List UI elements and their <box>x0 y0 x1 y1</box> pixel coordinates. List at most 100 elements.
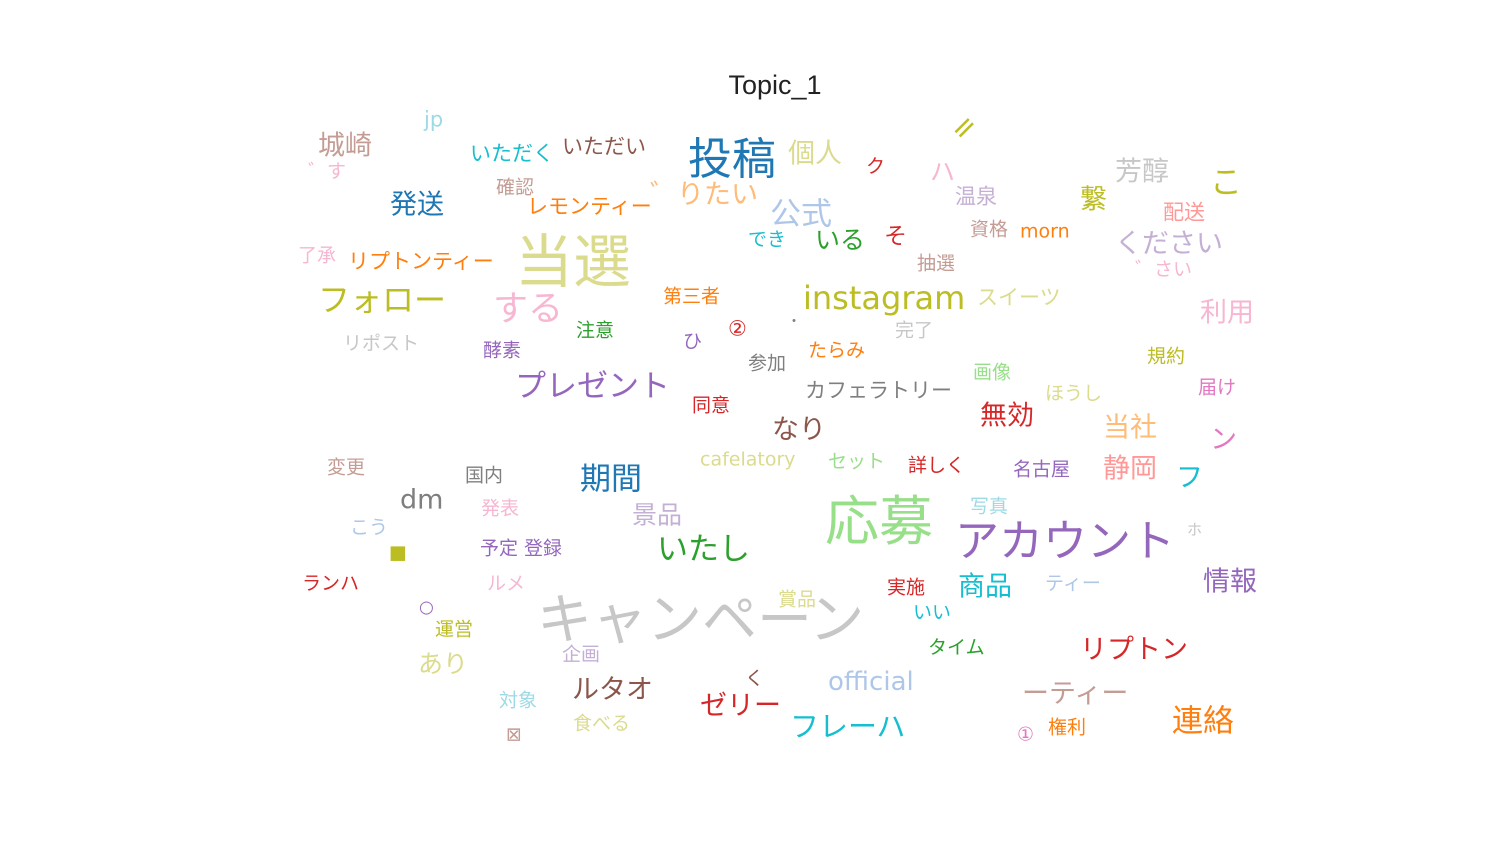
word-81: ティー <box>1045 572 1101 595</box>
word-59: 期間 <box>580 461 642 498</box>
word-103: ⊠ <box>506 723 522 746</box>
word-82: 情報 <box>1203 566 1257 598</box>
word-13: 発送 <box>390 189 444 221</box>
word-60: cafelatory <box>700 448 796 471</box>
word-45: 規約 <box>1147 345 1186 368</box>
word-102: 権利 <box>1048 716 1087 739</box>
word-90: リプトン <box>1080 634 1188 666</box>
word-24: morn <box>1020 220 1070 243</box>
word-57: 変更 <box>327 456 366 479</box>
word-15: ゛りたい <box>650 179 758 211</box>
word-75: 予定 登録 <box>480 537 563 560</box>
word-18: 繋 <box>1080 184 1107 216</box>
word-39: ・ <box>787 314 801 330</box>
word-44: たらみ <box>808 339 866 362</box>
word-54: なり <box>772 414 826 446</box>
word-93: ルタオ <box>572 674 653 706</box>
word-20: でき <box>748 228 787 251</box>
word-101: ① <box>1017 723 1035 746</box>
word-88: 企画 <box>562 643 601 666</box>
word-63: 名古屋 <box>1013 458 1071 481</box>
word-67: 発表 <box>481 497 520 520</box>
word-53: 無効 <box>980 400 1034 432</box>
word-62: 詳しく <box>908 454 966 477</box>
word-4: いただい <box>562 134 646 159</box>
word-97: ゼリー <box>700 690 781 722</box>
word-6: 個人 <box>788 138 842 170</box>
word-46: 参加 <box>748 352 787 375</box>
word-78: ルメ <box>487 572 526 595</box>
word-41: リポスト <box>343 332 420 355</box>
word-31: 第三者 <box>663 285 721 308</box>
word-40: 完了 <box>895 319 934 342</box>
word-10: 芳醇 <box>1115 156 1169 188</box>
word-94: official <box>828 667 914 697</box>
word-23: 資格 <box>970 218 1009 241</box>
word-49: カフェラトリー <box>805 378 952 403</box>
word-74: ■ <box>389 541 407 564</box>
word-22: そ <box>884 223 907 250</box>
word-19: 配送 <box>1163 200 1205 225</box>
word-66: dm <box>400 484 444 516</box>
word-9: = <box>942 106 986 149</box>
word-27: 抽選 <box>917 252 956 275</box>
word-87: いい <box>913 601 952 624</box>
word-0: jp <box>424 107 444 132</box>
word-58: 国内 <box>465 464 504 487</box>
word-38: ② <box>728 316 747 341</box>
word-8: ハ <box>930 157 956 187</box>
word-98: 連絡 <box>1172 703 1234 740</box>
word-25: ください <box>1115 228 1223 260</box>
word-1: 城崎 <box>318 130 372 162</box>
word-99: 食べる <box>573 712 631 735</box>
word-73: こう <box>350 516 389 539</box>
word-96: 対象 <box>499 689 538 712</box>
word-29: リプトンティー <box>348 249 494 274</box>
word-55: 当社 <box>1103 412 1157 444</box>
word-52: 同意 <box>692 394 731 417</box>
word-33: する <box>493 289 564 330</box>
word-21: いる <box>815 225 866 255</box>
word-34: instagram <box>803 279 966 317</box>
word-64: 静岡 <box>1103 453 1157 485</box>
word-68: 景品 <box>632 500 683 530</box>
word-47: 画像 <box>973 361 1012 384</box>
word-65: フ <box>1176 462 1203 494</box>
word-3: いただく <box>470 141 554 166</box>
word-76: いたし <box>657 531 750 568</box>
word-5: 投稿 <box>688 134 776 185</box>
word-48: プレゼント <box>515 368 670 405</box>
word-84: 賞品 <box>778 588 817 611</box>
word-95: ーティー <box>1022 678 1129 710</box>
word-50: ほうし <box>1045 382 1103 405</box>
word-69: 写真 <box>970 495 1009 518</box>
word-26: ゛さい <box>1135 258 1193 281</box>
word-61: セット <box>828 450 886 473</box>
word-2: ゛す <box>308 160 347 183</box>
word-80: 商品 <box>958 571 1012 603</box>
word-42: 酵素 <box>483 339 522 362</box>
word-43: ひ <box>683 330 703 353</box>
word-36: 利用 <box>1200 297 1254 329</box>
word-56: ン <box>1210 424 1237 456</box>
word-89: タイム <box>928 636 985 659</box>
word-79: 実施 <box>887 576 926 599</box>
word-100: フレーハ <box>790 709 906 744</box>
word-85: ○ <box>419 597 434 618</box>
word-91: あり <box>418 649 469 679</box>
word-7: ク <box>866 155 886 178</box>
word-71: アカウント <box>955 516 1175 567</box>
word-37: 注意 <box>576 319 615 342</box>
word-77: ランハ <box>302 572 360 595</box>
word-17: 温泉 <box>955 184 997 209</box>
word-28: 了承 <box>298 244 337 267</box>
word-32: フォロー <box>318 281 447 319</box>
word-35: スイーツ <box>977 285 1061 310</box>
word-30: 当選 <box>515 228 632 296</box>
word-14: レモンティー <box>527 194 652 219</box>
word-86: 運営 <box>435 618 474 641</box>
word-92: く <box>745 667 765 690</box>
word-cloud: jp 城崎 ゛す いただく いただい 投稿 個人クハ = 芳醇こ確認 発送 レモンティー ゛りたい 公式… <box>0 0 1512 864</box>
word-72: ホ <box>1187 520 1203 539</box>
word-70: 応募 <box>825 490 933 553</box>
